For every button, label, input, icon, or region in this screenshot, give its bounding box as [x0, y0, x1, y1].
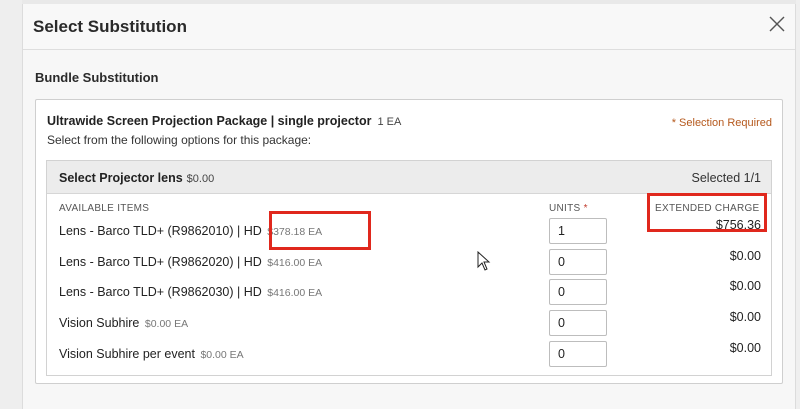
list-item: Lens - Barco TLD+ (R9862010) | HD $378.1…	[47, 218, 771, 248]
item-name-label: Lens - Barco TLD+ (R9862010) | HD	[59, 224, 262, 238]
option-group-header: Select Projector lens $0.00 Selected 1/1	[47, 161, 771, 194]
column-header-units: UNITS *	[549, 203, 588, 214]
item-extended-charge: $756.36	[715, 218, 761, 232]
modal-header: Select Substitution	[23, 4, 795, 50]
item-name-label: Vision Subhire per event	[59, 347, 195, 361]
option-group: Select Projector lens $0.00 Selected 1/1 …	[46, 160, 772, 376]
list-item: Vision Subhire per event $0.00 EA $0.00	[47, 341, 771, 371]
item-name-label: Lens - Barco TLD+ (R9862030) | HD	[59, 285, 262, 299]
option-group-price: $0.00	[186, 173, 215, 185]
units-input[interactable]	[549, 310, 607, 336]
item-name: Lens - Barco TLD+ (R9862020) | HD $416.0…	[59, 255, 322, 269]
modal-title: Select Substitution	[33, 17, 187, 36]
required-marker: *	[583, 203, 588, 214]
package-instruction: Select from the following options for th…	[47, 133, 312, 147]
selection-required-note: * Selection Required	[671, 117, 772, 129]
close-icon	[769, 16, 785, 32]
item-name: Vision Subhire per event $0.00 EA	[59, 347, 244, 361]
list-item: Vision Subhire $0.00 EA $0.00	[47, 310, 771, 340]
option-group-title: Select Projector lens $0.00	[59, 171, 214, 185]
item-name: Lens - Barco TLD+ (R9862010) | HD $378.1…	[59, 224, 322, 238]
item-name-label: Lens - Barco TLD+ (R9862020) | HD	[59, 255, 262, 269]
units-input[interactable]	[549, 341, 607, 367]
item-unit-price: $378.18 EA	[267, 226, 323, 238]
select-substitution-modal: Select Substitution Bundle Substitution …	[22, 4, 796, 409]
units-input[interactable]	[549, 218, 607, 244]
units-input[interactable]	[549, 279, 607, 305]
backdrop	[0, 0, 22, 409]
item-extended-charge: $0.00	[729, 341, 761, 355]
section-title: Bundle Substitution	[35, 70, 159, 85]
item-extended-charge: $0.00	[729, 249, 761, 263]
backdrop-right	[796, 0, 800, 409]
units-input[interactable]	[549, 249, 607, 275]
column-header-extended-charge: EXTENDED CHARGE	[655, 203, 760, 214]
item-unit-price: $0.00 EA	[144, 318, 189, 330]
mouse-pointer-icon	[477, 251, 491, 271]
list-item: Lens - Barco TLD+ (R9862020) | HD $416.0…	[47, 249, 771, 279]
column-header-available-items: AVAILABLE ITEMS	[59, 203, 150, 214]
selected-count: Selected 1/1	[691, 171, 762, 185]
item-unit-price: $416.00 EA	[267, 287, 323, 299]
list-item: Lens - Barco TLD+ (R9862030) | HD $416.0…	[47, 279, 771, 309]
item-name-label: Vision Subhire	[59, 316, 140, 330]
item-extended-charge: $0.00	[729, 310, 761, 324]
package-quantity: 1 EA	[377, 116, 402, 128]
item-name: Vision Subhire $0.00 EA	[59, 316, 188, 330]
package-card: Ultrawide Screen Projection Package | si…	[35, 99, 783, 384]
option-group-title-label: Select Projector lens	[59, 171, 183, 185]
package-name: Ultrawide Screen Projection Package | si…	[47, 114, 401, 128]
item-extended-charge: $0.00	[729, 279, 761, 293]
package-name-label: Ultrawide Screen Projection Package | si…	[47, 114, 372, 128]
item-name: Lens - Barco TLD+ (R9862030) | HD $416.0…	[59, 285, 322, 299]
item-unit-price: $0.00 EA	[200, 349, 244, 361]
close-button[interactable]	[766, 13, 788, 35]
column-header-units-label: UNITS	[549, 203, 581, 214]
item-unit-price: $416.00 EA	[267, 257, 323, 269]
